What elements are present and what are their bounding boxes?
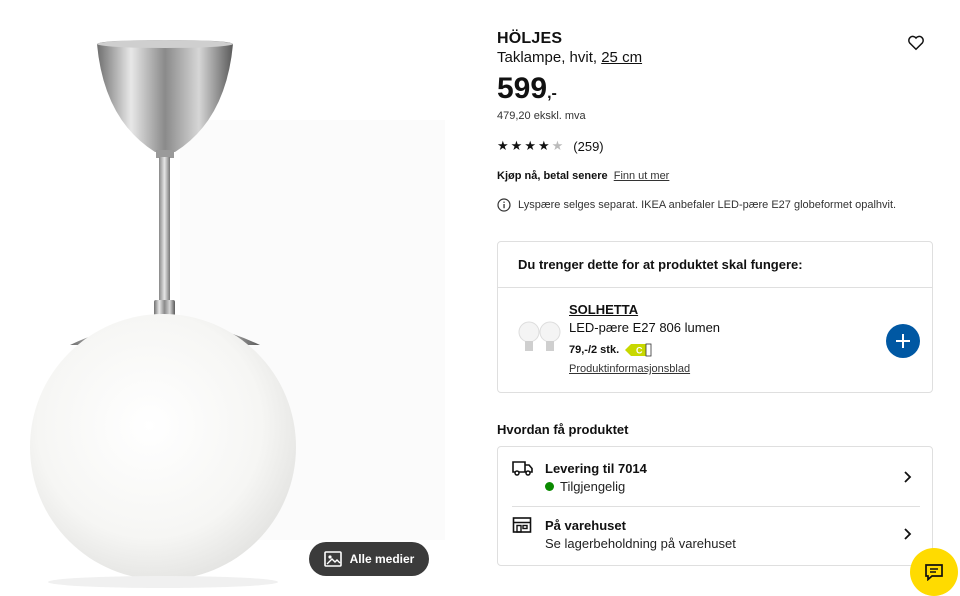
product-info-sheet-link[interactable]: Produktinformasjonsblad (569, 363, 690, 375)
favourite-button[interactable] (907, 34, 925, 56)
accessory-description: LED-pære E27 806 lumen (569, 320, 721, 335)
star-icon: ★ (537, 138, 550, 153)
size-link[interactable]: 25 cm (601, 49, 642, 66)
pay-later-link[interactable]: Finn ut mer (614, 170, 670, 182)
fulfilment-options: Levering til 7014 Tilgjengelig På varehu… (497, 446, 933, 566)
delivery-status: Tilgjengelig (545, 479, 625, 494)
price-suffix: ,- (547, 85, 557, 102)
product-image (30, 40, 445, 588)
required-accessory-box: Du trenger dette for at produktet skal f… (497, 241, 933, 393)
rating-count: (259) (573, 138, 604, 154)
pay-later-text: Kjøp nå, betal senere (497, 170, 608, 182)
energy-class: C (636, 346, 643, 356)
bulb-note: Lyspære selges separat. IKEA anbefaler L… (497, 198, 896, 212)
bulb-image (518, 321, 561, 351)
accessory-price-text: 79,-/2 stk. (569, 344, 620, 356)
chevron-right-icon (904, 471, 912, 483)
product-description: Taklampe, hvit, 25 cm (497, 49, 642, 66)
product-type: Taklampe, hvit, (497, 49, 598, 66)
product-image-area: Alle medier (0, 0, 470, 595)
truck-icon (512, 461, 533, 476)
star-icon: ★ (524, 138, 536, 153)
accessory-name-link[interactable]: SOLHETTA (569, 302, 638, 317)
heart-icon (908, 35, 924, 51)
chat-icon (925, 564, 943, 581)
accessory-price: 79,-/2 stk. C (569, 343, 652, 357)
delivery-status-text: Tilgjengelig (560, 479, 626, 494)
all-media-label: Alle medier (349, 552, 415, 566)
chat-button[interactable] (910, 548, 958, 596)
energy-label-icon[interactable]: C (625, 343, 652, 357)
all-media-button[interactable]: Alle medier (309, 542, 429, 576)
chevron-right-icon (904, 528, 912, 540)
store-title: På varehuset (545, 518, 626, 533)
half-star-icon: ★ (551, 138, 564, 153)
store-subtitle: Se lagerbeholdning på varehuset (545, 536, 736, 551)
availability-dot-icon (545, 482, 554, 491)
price: 599,- (497, 72, 557, 106)
price-main: 599 (497, 72, 548, 105)
plus-icon (896, 334, 910, 348)
delivery-title: Levering til 7014 (545, 461, 647, 476)
star-icon: ★ (510, 138, 523, 153)
rating-stars: ★ ★ ★ ★ ★ (497, 138, 563, 154)
pay-later: Kjøp nå, betal senere Finn ut mer (497, 170, 669, 182)
info-icon (497, 198, 511, 212)
add-accessory-button[interactable] (886, 324, 920, 358)
store-option[interactable]: På varehuset Se lagerbeholdning på vareh… (498, 504, 932, 560)
bulb-note-text: Lyspære selges separat. IKEA anbefaler L… (518, 199, 897, 211)
image-gallery-icon (323, 551, 342, 567)
rating[interactable]: ★ ★ ★ ★ ★ (259) (497, 138, 604, 154)
divider (498, 287, 932, 288)
price-ex-vat: 479,20 ekskl. mva (497, 110, 586, 122)
required-accessory-title: Du trenger dette for at produktet skal f… (518, 257, 803, 272)
star-icon: ★ (497, 138, 509, 153)
delivery-option[interactable]: Levering til 7014 Tilgjengelig (498, 447, 932, 503)
fulfilment-heading: Hvordan få produktet (497, 422, 629, 437)
store-icon (512, 517, 532, 533)
product-name: HÖLJES (497, 30, 563, 47)
